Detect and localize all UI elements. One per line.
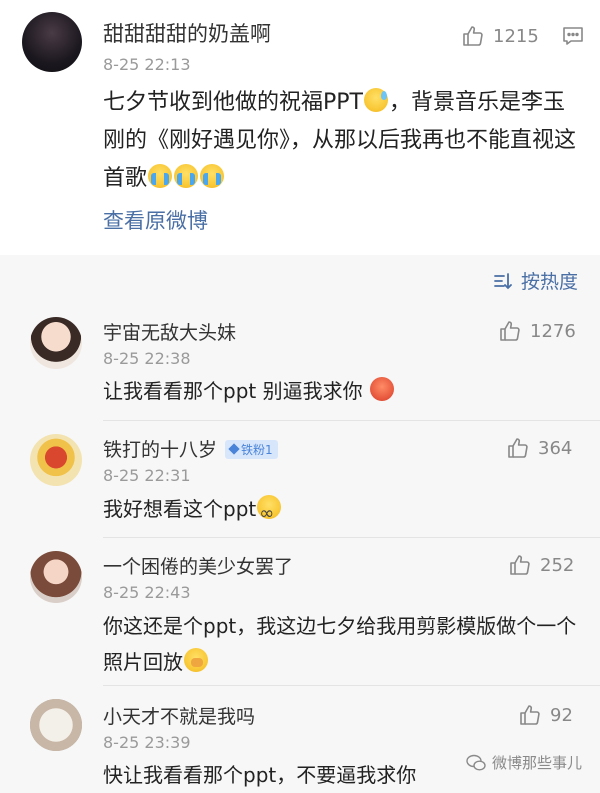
- main-post-like-button[interactable]: 1215: [461, 24, 539, 48]
- commenter-username[interactable]: 一个困倦的美少女罢了: [103, 552, 293, 579]
- thumbs-up-icon: [508, 438, 528, 458]
- wechat-icon: [466, 754, 486, 771]
- comments-section: 按热度 宇宙无敌大头妹 8-25 22:38 1276 让我看看那个ppt 别逼…: [0, 255, 600, 793]
- watermark-text: 微博那些事儿: [491, 754, 582, 772]
- fan-badge-label: 铁粉1: [241, 442, 273, 457]
- comment-icon[interactable]: [561, 24, 585, 48]
- comment-like-button[interactable]: 252: [508, 553, 574, 577]
- crying-emoji-icon: [174, 164, 199, 188]
- comment-text: 让我看看那个ppt 别逼我求你: [103, 373, 583, 409]
- diamond-icon: [228, 443, 240, 455]
- comment-item: 宇宙无敌大头妹 8-25 22:38 1276 让我看看那个ppt 别逼我求你: [0, 305, 600, 421]
- comment-text-content: 让我看看那个ppt 别逼我求你: [103, 379, 363, 403]
- main-post-avatar[interactable]: [22, 12, 82, 72]
- main-post-username[interactable]: 甜甜甜甜的奶盖啊: [103, 18, 271, 48]
- thumbs-up-icon: [520, 705, 540, 725]
- comment-like-count: 1276: [530, 320, 576, 342]
- comment-time: 8-25 22:38: [103, 349, 191, 368]
- comment-like-button[interactable]: 1276: [498, 319, 576, 343]
- comment-text-content: 我好想看这个ppt: [103, 497, 257, 521]
- glasses-emoji-icon: [257, 495, 282, 532]
- view-original-link[interactable]: 查看原微博: [103, 205, 208, 235]
- commenter-username[interactable]: 小天才不就是我吗: [103, 702, 255, 729]
- comment-text: 你这还是个ppt，我这边七夕给我用剪影模版做个一个照片回放: [103, 608, 583, 680]
- main-post: 甜甜甜甜的奶盖啊 8-25 22:13 1215 七夕节收到他做的祝福PPT ，背…: [0, 0, 600, 255]
- commenter-avatar[interactable]: [30, 317, 82, 369]
- fan-badge[interactable]: 铁粉1: [225, 439, 278, 459]
- comment-like-count: 252: [540, 554, 575, 576]
- thumbs-up-icon: [500, 321, 520, 341]
- comment-time: 8-25 22:43: [103, 583, 191, 602]
- main-post-time: 8-25 22:13: [103, 55, 191, 74]
- sweat-emoji-icon: [363, 88, 388, 112]
- angry-emoji-icon: [369, 377, 394, 401]
- commenter-avatar[interactable]: [30, 434, 82, 486]
- comment-item: 一个困倦的美少女罢了 8-25 22:43 252 你这还是个ppt，我这边七夕…: [0, 538, 600, 686]
- hand-over-mouth-emoji-icon: [184, 648, 208, 672]
- comment-item: 铁打的十八岁 铁粉1 8-25 22:31 364 我好想看这个ppt: [0, 421, 600, 538]
- commenter-username[interactable]: 铁打的十八岁 铁粉1: [103, 435, 278, 462]
- comment-text-content: 你这还是个ppt，我这边七夕给我用剪影模版做个一个照片回放: [103, 614, 577, 674]
- comment-item: 小天才不就是我吗 8-25 23:39 92 快让我看看那个ppt，不要逼我求你: [0, 686, 600, 793]
- comment-like-button[interactable]: 364: [506, 436, 572, 460]
- comment-time: 8-25 22:31: [103, 466, 191, 485]
- thumbs-up-icon: [463, 26, 483, 46]
- main-post-like-count: 1215: [493, 25, 539, 47]
- comment-like-count: 92: [550, 704, 573, 726]
- sort-by-hot-button[interactable]: 按热度: [493, 267, 578, 294]
- main-post-text: 七夕节收到他做的祝福PPT ，背景音乐是李玉刚的《刚好遇见你》，从那以后我再也不能…: [103, 84, 583, 198]
- comment-like-button[interactable]: 92: [518, 703, 573, 727]
- commenter-avatar[interactable]: [30, 699, 82, 751]
- comment-text: 我好想看这个ppt: [103, 491, 583, 532]
- comment-time: 8-25 23:39: [103, 733, 191, 752]
- comment-like-count: 364: [538, 437, 573, 459]
- commenter-username-text: 铁打的十八岁: [103, 439, 218, 461]
- crying-emoji-icon: [148, 164, 173, 188]
- crying-emoji-icon: [200, 164, 225, 188]
- commenter-username[interactable]: 宇宙无敌大头妹: [103, 318, 236, 345]
- main-post-text-part1: 七夕节收到他做的祝福PPT: [103, 90, 363, 115]
- thumbs-up-icon: [510, 555, 530, 575]
- watermark: 微博那些事儿: [466, 752, 582, 773]
- sort-label: 按热度: [520, 271, 578, 293]
- commenter-avatar[interactable]: [30, 551, 82, 603]
- sort-icon: [494, 272, 512, 289]
